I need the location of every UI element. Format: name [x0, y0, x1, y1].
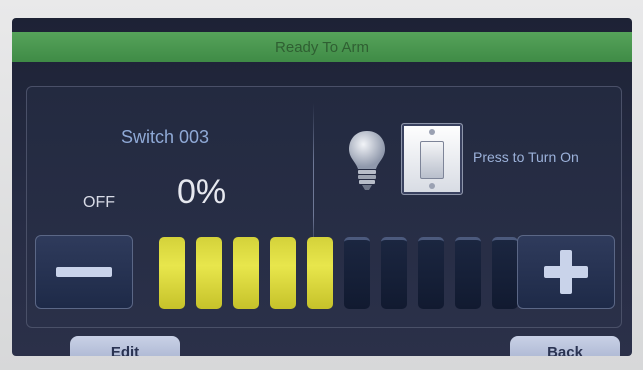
dimmer-bar-7[interactable]	[381, 237, 407, 309]
device-panel: Switch 003 OFF 0% Press to Turn On	[26, 86, 622, 328]
plus-icon	[544, 250, 588, 294]
device-level: 0%	[177, 173, 227, 211]
screw-icon	[429, 183, 435, 189]
increase-button[interactable]	[517, 235, 615, 309]
device-name: Switch 003	[121, 127, 210, 147]
edit-button[interactable]: Edit	[70, 336, 180, 356]
dimmer-bar-4[interactable]	[270, 237, 296, 309]
dimmer-bar-2[interactable]	[196, 237, 222, 309]
wall-switch-button[interactable]	[401, 123, 463, 195]
edit-label: Edit	[110, 344, 140, 356]
device-state: OFF	[83, 194, 115, 211]
dimmer-level-bars[interactable]	[155, 237, 518, 313]
dimmer-bar-8[interactable]	[418, 237, 444, 309]
dimmer-bar-3[interactable]	[233, 237, 259, 309]
dimmer-bar-9[interactable]	[455, 237, 481, 309]
toggle-label[interactable]: Press to Turn On	[473, 149, 579, 165]
dimmer-bar-1[interactable]	[159, 237, 185, 309]
light-bulb-icon	[345, 127, 389, 197]
wall-switch-icon	[420, 141, 444, 179]
decrease-button[interactable]	[35, 235, 133, 309]
status-text: Ready To Arm	[275, 38, 369, 56]
screw-icon	[429, 129, 435, 135]
dimmer-bar-6[interactable]	[344, 237, 370, 309]
back-label: Back	[547, 344, 583, 356]
touch-screen: Ready To Arm Switch 003 OFF 0% Press to …	[12, 18, 632, 356]
dimmer-bar-5[interactable]	[307, 237, 333, 309]
minus-icon	[56, 267, 112, 277]
back-button[interactable]: Back	[510, 336, 620, 356]
dimmer-bar-10[interactable]	[492, 237, 518, 309]
status-bar: Ready To Arm	[12, 32, 632, 62]
panel-divider	[313, 103, 314, 253]
